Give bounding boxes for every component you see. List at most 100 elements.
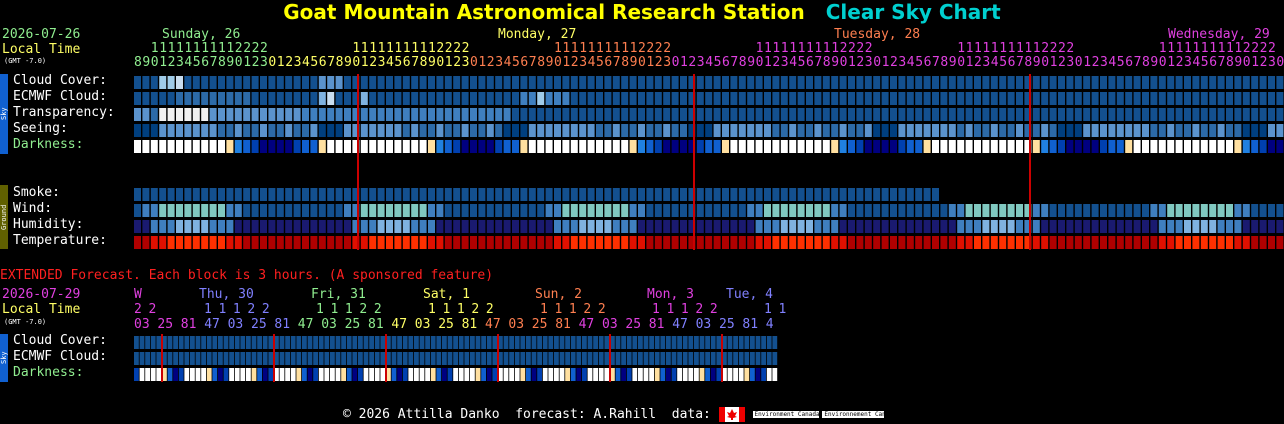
ext-cloud-cell bbox=[380, 336, 386, 349]
canada-flag-icon[interactable] bbox=[718, 407, 745, 422]
ecmwf-cloud-cell bbox=[411, 92, 419, 105]
temperature-cell bbox=[596, 236, 603, 249]
ext-cloud-cell bbox=[201, 336, 206, 349]
cloud-cover-cell bbox=[419, 76, 427, 89]
wind-cell bbox=[982, 204, 990, 217]
ext-darkness-cell bbox=[397, 368, 402, 381]
temperature-cell bbox=[1200, 236, 1208, 249]
agency-fr[interactable]: Environnement Canada bbox=[822, 411, 897, 418]
transparency-cell bbox=[1158, 108, 1166, 121]
cloud-cover-cell bbox=[1058, 76, 1065, 89]
ecmwf-cloud-cell bbox=[806, 92, 813, 105]
smoke-cell bbox=[831, 188, 839, 201]
wind-cell bbox=[680, 204, 687, 217]
wind-cell bbox=[806, 204, 813, 217]
smoke-cell bbox=[192, 188, 200, 201]
cloud-cover-cell bbox=[344, 76, 351, 89]
ecmwf-cloud-cell bbox=[1158, 92, 1166, 105]
transparency-cell bbox=[906, 108, 914, 121]
transparency-cell bbox=[478, 108, 486, 121]
cloud-cover-cell bbox=[646, 76, 654, 89]
transparency-cell bbox=[402, 108, 410, 121]
ecmwf-cloud-cell bbox=[285, 92, 293, 105]
ext-darkness-cell bbox=[229, 368, 234, 381]
ext-darkness-cell bbox=[352, 368, 358, 381]
ext-ecmwf-cell bbox=[178, 352, 184, 365]
ext-darkness-cell bbox=[626, 368, 632, 381]
humidity-cell bbox=[377, 220, 385, 233]
smoke-cell bbox=[562, 188, 570, 201]
agency-en[interactable]: Environment Canada bbox=[752, 411, 820, 418]
temperature-cell bbox=[293, 236, 301, 249]
temperature-cell bbox=[789, 236, 797, 249]
ext-cloud-cell bbox=[307, 336, 313, 349]
ecmwf-cloud-cell bbox=[957, 92, 965, 105]
wind-cell bbox=[738, 204, 746, 217]
transparency-cell bbox=[302, 108, 309, 121]
cloud-cover-cell bbox=[990, 76, 998, 89]
wind-cell bbox=[705, 204, 713, 217]
wind-cell bbox=[411, 204, 419, 217]
ext-cloud-cell bbox=[638, 336, 643, 349]
ext-cloud-cell bbox=[733, 336, 738, 349]
ext-ecmwf-cell bbox=[458, 352, 464, 365]
humidity-cell bbox=[932, 220, 939, 233]
ecmwf-cloud-cell bbox=[251, 92, 259, 105]
darkness-cell bbox=[764, 140, 771, 153]
wind-cell bbox=[990, 204, 998, 217]
ext-cloud-cell bbox=[190, 336, 195, 349]
wind-cell bbox=[1192, 204, 1200, 217]
wind-cell bbox=[251, 204, 259, 217]
ecmwf-cloud-cell bbox=[1108, 92, 1116, 105]
wind-cell bbox=[621, 204, 629, 217]
ext-cloud-cell bbox=[145, 336, 150, 349]
humidity-cell bbox=[276, 220, 284, 233]
cloud-cover-cell bbox=[192, 76, 200, 89]
wind-cell bbox=[957, 204, 965, 217]
humidity-cell bbox=[1091, 220, 1099, 233]
temperature-cell bbox=[873, 236, 881, 249]
ext-darkness-cell bbox=[733, 368, 738, 381]
cloud-cover-cell bbox=[1016, 76, 1023, 89]
humidity-cell bbox=[646, 220, 654, 233]
humidity-cell bbox=[360, 220, 368, 233]
forecast-credit[interactable]: forecast: A.Rahill bbox=[515, 407, 656, 422]
seeing-cell bbox=[814, 124, 822, 137]
ext-darkness-cell bbox=[184, 368, 190, 381]
temperature-cell bbox=[1192, 236, 1200, 249]
ecmwf-cloud-cell bbox=[1133, 92, 1141, 105]
darkness-cell bbox=[486, 140, 494, 153]
wind-cell bbox=[1209, 204, 1217, 217]
cloud-cover-cell bbox=[570, 76, 578, 89]
seeing-cell bbox=[285, 124, 293, 137]
temperature-cell bbox=[587, 236, 595, 249]
smoke-cell bbox=[755, 188, 763, 201]
copyright[interactable]: © 2026 Attilla Danko bbox=[343, 407, 500, 422]
temperature-cell bbox=[629, 236, 637, 249]
smoke-cell bbox=[209, 188, 217, 201]
ext-ecmwf-cell bbox=[576, 352, 582, 365]
transparency-cell bbox=[159, 108, 167, 121]
ecmwf-cloud-cell bbox=[1192, 92, 1200, 105]
cloud-cover-cell bbox=[856, 76, 864, 89]
ecmwf-cloud-cell bbox=[209, 92, 217, 105]
seeing-cell bbox=[528, 124, 536, 137]
ecmwf-cloud-cell bbox=[764, 92, 771, 105]
darkness-cell bbox=[1066, 140, 1074, 153]
humidity-cell bbox=[293, 220, 301, 233]
wind-cell bbox=[932, 204, 939, 217]
ext-cloud-cell bbox=[262, 336, 268, 349]
temperature-cell bbox=[302, 236, 309, 249]
transparency-cell bbox=[848, 108, 855, 121]
seeing-cell bbox=[873, 124, 881, 137]
darkness-cell bbox=[864, 140, 872, 153]
cloud-cover-cell bbox=[1116, 76, 1124, 89]
transparency-cell bbox=[428, 108, 435, 121]
ext-darkness-cell bbox=[481, 368, 486, 381]
ext-cloud-cell bbox=[492, 336, 498, 349]
smoke-cell bbox=[218, 188, 225, 201]
transparency-cell bbox=[1133, 108, 1141, 121]
smoke-cell bbox=[680, 188, 687, 201]
seeing-cell bbox=[1125, 124, 1133, 137]
transparency-cell bbox=[528, 108, 536, 121]
